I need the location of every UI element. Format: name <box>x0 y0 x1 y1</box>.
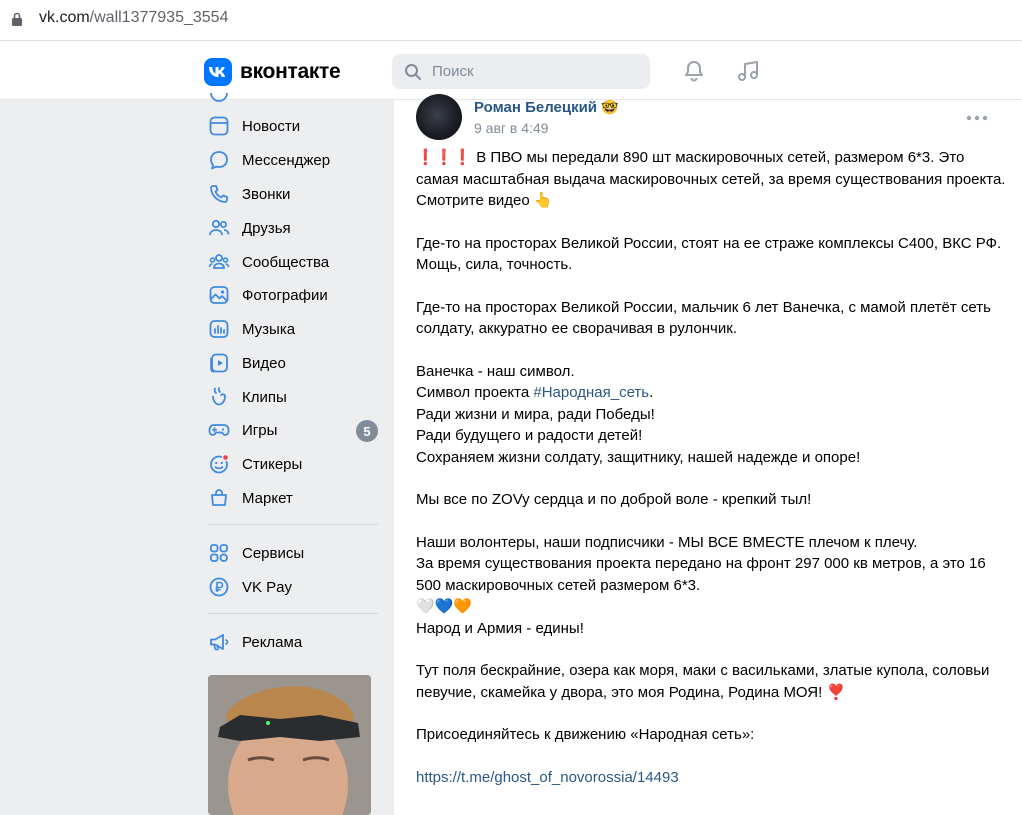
games-icon <box>208 419 230 441</box>
sidebar-item-label: Маркет <box>242 490 293 507</box>
market-icon <box>208 487 230 509</box>
author-name[interactable]: Роман Белецкий 🤓 <box>474 99 618 116</box>
sidebar-item-messenger[interactable]: Мессенджер <box>200 145 382 175</box>
sidebar-item-news[interactable]: Новости <box>200 111 382 141</box>
services-icon <box>208 542 230 564</box>
clips-icon <box>208 386 230 408</box>
search-icon <box>404 63 422 86</box>
exclamation-emoji: ❗❗❗ <box>416 149 473 166</box>
paragraph: Мы все по ZOVy сердца и по доброй воле -… <box>416 491 812 508</box>
sidebar-item-services[interactable]: Сервисы <box>200 538 382 568</box>
left-sidebar: Новости Мессенджер Звонки Друзья Сообщес… <box>200 92 385 815</box>
logo-text: вконтакте <box>240 60 341 83</box>
telegram-link[interactable]: https://t.me/ghost_of_novorossia/14493 <box>416 769 679 786</box>
sidebar-item-vkpay[interactable]: VK Pay <box>200 572 382 602</box>
sidebar-item-label: Сервисы <box>242 545 305 562</box>
video-icon <box>208 352 230 374</box>
author-emoji: 🤓 <box>601 99 619 115</box>
vkpay-icon <box>208 576 230 598</box>
sidebar-item-label: Сообщества <box>242 254 330 271</box>
heart-exclamation-emoji: ❣️ <box>826 683 846 701</box>
paragraph-line: Ради будущего и радости детей! <box>416 427 643 444</box>
ad-banner-image[interactable] <box>208 675 371 815</box>
url-text[interactable]: vk.com/wall1377935_3554 <box>39 9 228 27</box>
paragraph: Где-то на просторах Великой России, маль… <box>416 298 991 338</box>
paragraph-line: Сохраняем жизни солдату, защитнику, наше… <box>416 448 861 466</box>
music-icon <box>208 318 230 340</box>
sidebar-item-label: Звонки <box>242 186 291 203</box>
sidebar-item-games[interactable]: Игры 5 <box>200 415 382 445</box>
music-player-icon[interactable] <box>735 58 761 89</box>
paragraph-line: Ванечка - наш символ. <box>416 362 575 380</box>
megaphone-icon <box>208 631 230 653</box>
wall-post: Роман Белецкий 🤓 9 авг в 4:49 ❗❗❗ В ПВО м… <box>394 94 1022 815</box>
phone-icon <box>208 183 230 205</box>
lock-icon <box>11 11 23 32</box>
stickers-icon <box>208 453 230 475</box>
sidebar-item-label: Фотографии <box>242 287 328 304</box>
sidebar-item-label: Стикеры <box>242 456 303 473</box>
sidebar-divider <box>208 524 378 525</box>
pointing-up-emoji: 👆 <box>533 192 553 209</box>
hearts-emoji: 🤍💙🧡 <box>416 598 473 615</box>
sidebar-item-calls[interactable]: Звонки <box>200 179 382 209</box>
sidebar-divider <box>208 613 378 614</box>
paragraph-line: Народ и Армия - едины! <box>416 619 584 637</box>
newsfeed-icon <box>208 115 230 137</box>
paragraph-line: За время существования проекта передано … <box>416 555 986 594</box>
more-options-icon[interactable] <box>966 108 988 126</box>
author-avatar[interactable] <box>416 94 462 140</box>
paragraph-line: Наши волонтеры, наши подписчики - МЫ ВСЕ… <box>416 533 918 551</box>
sidebar-item-label: VK Pay <box>242 579 293 596</box>
sidebar-item-stickers[interactable]: Стикеры <box>200 449 382 479</box>
paragraph-line: Ради жизни и мира, ради Победы! <box>416 405 655 423</box>
ad-photo-illustration <box>208 675 371 815</box>
vk-logo-icon <box>204 58 232 86</box>
paragraph: Где-то на просторах Великой России, стоя… <box>416 234 1002 274</box>
sidebar-item-label: Реклама <box>242 634 303 651</box>
photos-icon <box>208 284 230 306</box>
sidebar-item-communities[interactable]: Сообщества <box>200 247 382 277</box>
sidebar-item-label: Клипы <box>242 389 287 406</box>
sidebar-item-label: Друзья <box>242 220 291 237</box>
vk-logo[interactable]: вконтакте <box>204 58 341 86</box>
messenger-icon <box>208 149 230 171</box>
sidebar-item-label: Музыка <box>242 321 296 338</box>
sidebar-item-friends[interactable]: Друзья <box>200 213 382 243</box>
search-placeholder: Поиск <box>432 63 474 80</box>
sidebar-item-label: Мессенджер <box>242 152 331 169</box>
post-text: ❗❗❗ В ПВО мы передали 890 шт маскировочн… <box>416 149 1006 786</box>
sidebar-item-label: Игры <box>242 422 278 439</box>
sidebar-item-label: Новости <box>242 118 301 135</box>
sidebar-item-ads[interactable]: Реклама <box>200 627 382 657</box>
paragraph: Присоединяйтесь к движению «Народная сет… <box>416 726 755 743</box>
top-header: вконтакте Поиск <box>0 41 1022 100</box>
post-date[interactable]: 9 авг в 4:49 <box>474 120 548 136</box>
sidebar-item-music[interactable]: Музыка <box>200 314 382 344</box>
sidebar-item-label: Видео <box>242 355 286 372</box>
notifications-bell-icon[interactable] <box>682 59 706 88</box>
sidebar-item-market[interactable]: Маркет <box>200 483 382 513</box>
profile-icon <box>208 90 230 111</box>
friends-icon <box>208 217 230 239</box>
games-count-badge: 5 <box>356 420 378 442</box>
communities-icon <box>208 251 230 273</box>
search-input[interactable]: Поиск <box>392 54 650 89</box>
sidebar-item-clips[interactable]: Клипы <box>200 382 382 412</box>
sidebar-item-video[interactable]: Видео <box>200 348 382 378</box>
sidebar-item-photos[interactable]: Фотографии <box>200 280 382 310</box>
hashtag-link[interactable]: #Народная_сеть <box>533 384 649 401</box>
browser-address-bar[interactable]: vk.com/wall1377935_3554 <box>0 0 1022 41</box>
